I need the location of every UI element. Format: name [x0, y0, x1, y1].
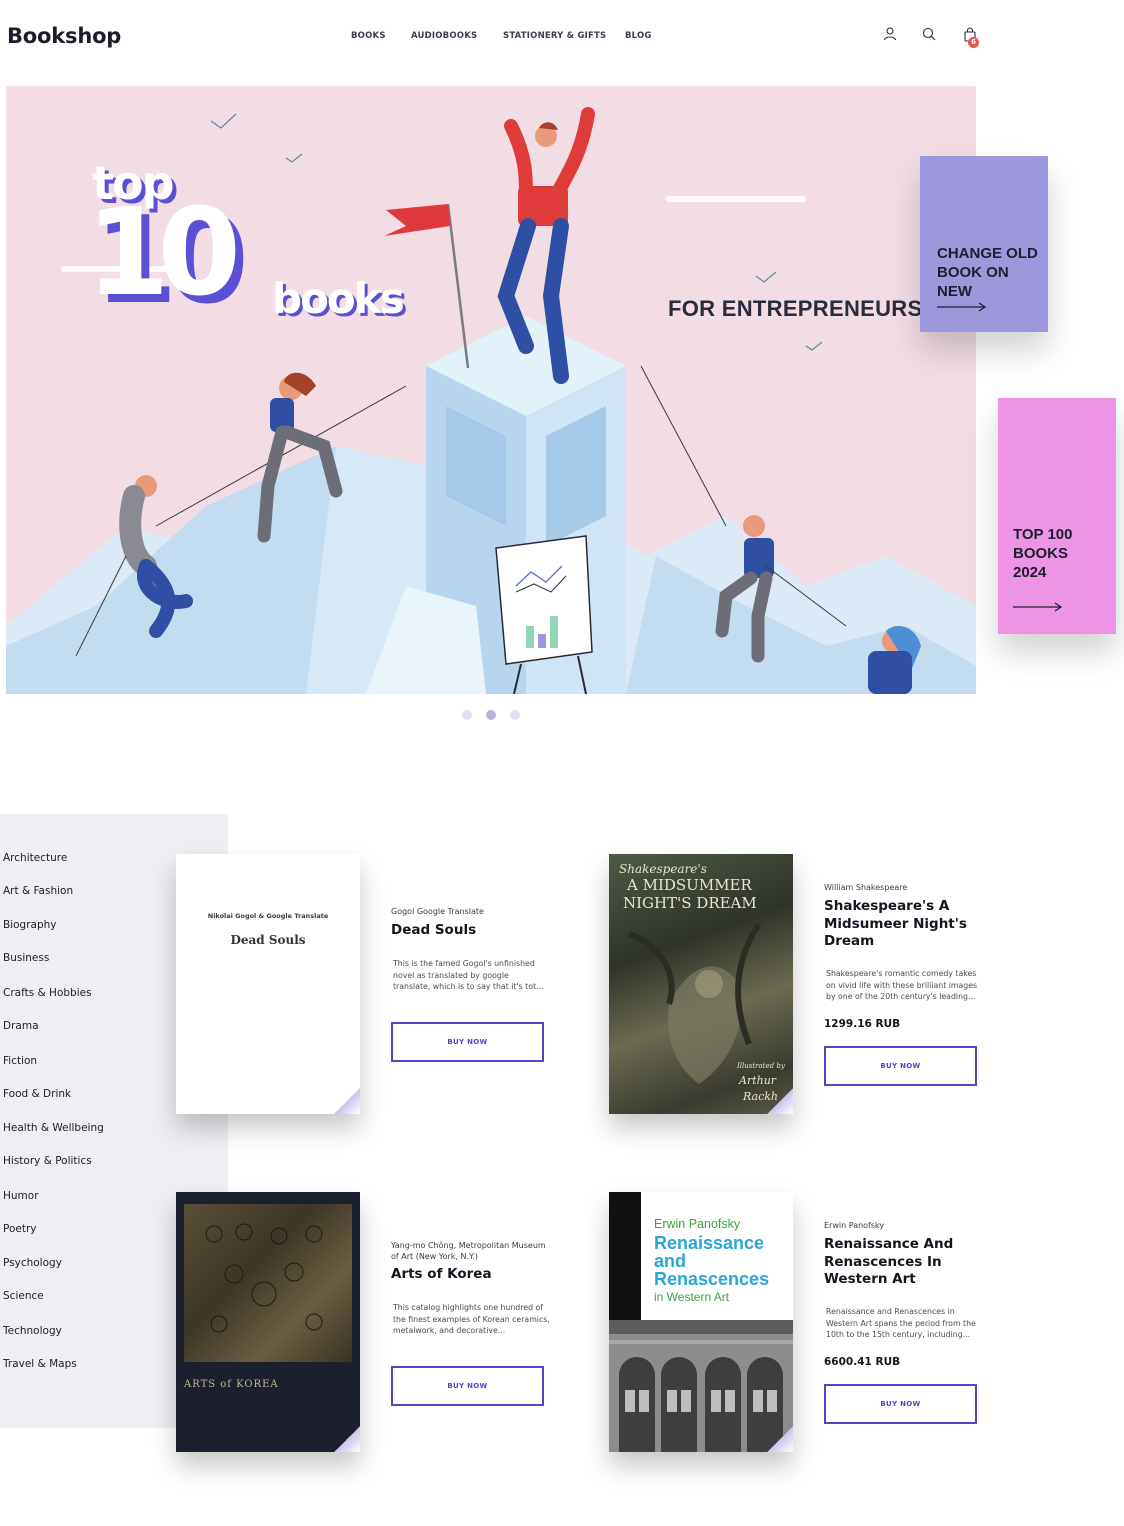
carousel-dot-active[interactable]	[486, 710, 496, 720]
hero-banner[interactable]: top 10 books FOR ENTREPRENEURS	[6, 86, 976, 694]
promo-card-top-100[interactable]: TOP 100 BOOKS 2024	[998, 398, 1116, 634]
cover-title-line: Shakespeare's	[619, 862, 707, 876]
cover-title: Dead Souls	[230, 933, 306, 947]
buy-now-button[interactable]: BUY NOW	[391, 1022, 544, 1062]
category-psychology[interactable]: Psychology	[3, 1257, 62, 1269]
cover-author: Erwin Panofsky	[654, 1217, 741, 1231]
category-crafts-hobbies[interactable]: Crafts & Hobbies	[3, 987, 92, 999]
cover-title-line: Renascences	[654, 1269, 770, 1289]
page-curl	[767, 1426, 793, 1452]
search-icon[interactable]	[921, 26, 937, 42]
cover-author: Nikolai Gogol & Google Translate	[207, 912, 329, 920]
product-price: 1299.16 RUB	[824, 1018, 901, 1030]
hero-subtitle: FOR ENTREPRENEURS	[668, 296, 923, 321]
product-author: William Shakespeare	[824, 883, 908, 892]
cover-title-line: in Western Art	[654, 1290, 730, 1304]
arcade-photo	[609, 1320, 793, 1452]
product-author: Yang-mo Chŏng, Metropolitan Museum of Ar…	[391, 1241, 546, 1261]
buy-now-button[interactable]: BUY NOW	[824, 1384, 977, 1424]
cover-title-line: Renaissance	[654, 1233, 765, 1253]
cover-credit: Illustrated by	[737, 1062, 785, 1070]
product-title[interactable]: Arts of Korea	[391, 1266, 561, 1284]
site-logo[interactable]: Bookshop	[7, 24, 121, 48]
cart-count-badge: 6	[968, 37, 979, 48]
category-poetry[interactable]: Poetry	[3, 1223, 37, 1235]
category-travel-maps[interactable]: Travel & Maps	[3, 1358, 77, 1370]
cover-title-line: A MIDSUMMER	[627, 876, 752, 894]
book-cover-renaissance[interactable]: Erwin Panofsky Renaissance and Renascenc…	[609, 1192, 793, 1452]
hero-title-books: books	[272, 274, 405, 323]
buy-now-button[interactable]: BUY NOW	[824, 1046, 977, 1086]
hero-title-number: 10	[86, 184, 241, 323]
product-description: Shakespeare's romantic comedy takes on v…	[826, 969, 978, 1001]
product-price: 6600.41 RUB	[824, 1356, 901, 1368]
nav-books[interactable]: BOOKS	[351, 31, 386, 41]
arrow-right-icon	[937, 302, 987, 312]
cover-credit: Arthur	[739, 1074, 777, 1087]
category-food-drink[interactable]: Food & Drink	[3, 1088, 71, 1100]
cover-title: ARTS of KOREA	[184, 1379, 279, 1390]
cover-black-band	[609, 1192, 641, 1320]
nav-blog[interactable]: BLOG	[625, 31, 652, 41]
product-title[interactable]: Dead Souls	[391, 922, 561, 940]
category-art-fashion[interactable]: Art & Fashion	[3, 885, 73, 897]
book-cover-midsummer[interactable]: Shakespeare's A MIDSUMMER NIGHT'S DREAM …	[609, 854, 793, 1114]
arrow-right-icon	[1013, 602, 1063, 612]
buddha-figures-illustration	[205, 1223, 323, 1333]
category-biography[interactable]: Biography	[3, 919, 57, 931]
promo-card-change-book[interactable]: CHANGE OLD BOOK ON NEW	[920, 156, 1048, 332]
cover-title-line: and	[654, 1251, 687, 1271]
product-author: Erwin Panofsky	[824, 1221, 885, 1230]
page-curl	[334, 1426, 360, 1452]
carousel-dot[interactable]	[510, 710, 520, 720]
page-curl	[334, 1088, 360, 1114]
product-title[interactable]: Renaissance And Renascences In Western A…	[824, 1236, 984, 1289]
category-science[interactable]: Science	[3, 1290, 44, 1302]
carousel-dots	[462, 710, 520, 720]
category-health-wellbeing[interactable]: Health & Wellbeing	[3, 1122, 104, 1134]
product-description: This is the famed Gogol's unfinished nov…	[393, 959, 544, 991]
cover-title-line: NIGHT'S DREAM	[623, 894, 757, 912]
nav-stationery-gifts[interactable]: STATIONERY & GIFTS	[503, 31, 606, 41]
promo-card-label: CHANGE OLD BOOK ON NEW	[937, 245, 1038, 300]
category-technology[interactable]: Technology	[3, 1325, 62, 1337]
category-humor[interactable]: Humor	[3, 1190, 39, 1202]
category-architecture[interactable]: Architecture	[3, 852, 67, 864]
book-cover-dead-souls[interactable]: Nikolai Gogol & Google Translate Dead So…	[176, 854, 360, 1114]
category-business[interactable]: Business	[3, 952, 49, 964]
product-title[interactable]: Shakespeare's A Midsumeer Night's Dream	[824, 898, 984, 951]
book-cover-arts-of-korea[interactable]: ARTS of KOREA	[176, 1192, 360, 1452]
category-drama[interactable]: Drama	[3, 1020, 39, 1032]
user-icon[interactable]	[882, 26, 898, 42]
buy-now-button[interactable]: BUY NOW	[391, 1366, 544, 1406]
page-curl	[767, 1088, 793, 1114]
product-author: Gogol Google Translate	[391, 907, 484, 916]
category-history-politics[interactable]: History & Politics	[3, 1155, 92, 1167]
product-description: Renaissance and Renascences in Western A…	[826, 1307, 976, 1339]
carousel-dot[interactable]	[462, 710, 472, 720]
cover-artwork	[184, 1204, 352, 1362]
product-description: This catalog highlights one hundred of t…	[393, 1303, 550, 1335]
category-fiction[interactable]: Fiction	[3, 1055, 37, 1067]
promo-card-label: TOP 100 BOOKS 2024	[1013, 526, 1073, 581]
nav-audiobooks[interactable]: AUDIOBOOKS	[411, 31, 477, 41]
